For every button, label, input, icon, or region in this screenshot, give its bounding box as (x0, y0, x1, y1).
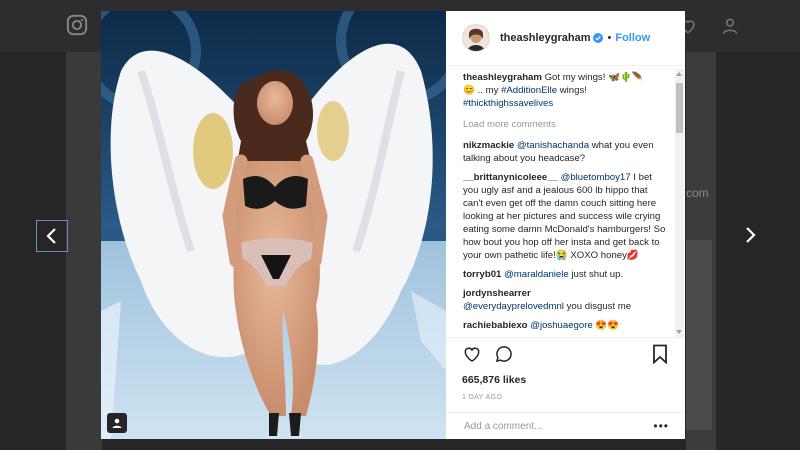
comment-text: 😍😍 (592, 320, 620, 331)
post-timestamp: 1 DAY AGO (462, 394, 503, 401)
comment-input[interactable] (462, 420, 636, 433)
scroll-down-arrow[interactable] (676, 330, 682, 334)
scroll-up-arrow[interactable] (676, 72, 682, 76)
comment-bubble-icon[interactable] (494, 344, 514, 364)
hashtag-link[interactable]: #AdditionElle (501, 85, 557, 96)
comment-text: you disgust me (563, 301, 632, 312)
comment-item: torryb01 @maraldaniele just shut up. (463, 268, 666, 281)
comment-item: rachiebabiexo @joshuaegore 😍😍 (463, 319, 666, 332)
caption-text: 😊 .. my (463, 85, 502, 96)
comment-item: __brittanynicoleee__ @bluetomboy17 I bet… (463, 171, 666, 262)
caption-text: Got my wings! 🦋🌵🪶 (541, 72, 644, 83)
chevron-left-icon (46, 228, 56, 244)
post-actions: 665,876 likes 1 DAY AGO ••• (446, 337, 685, 439)
caption: theashleygraham Got my wings! 🦋🌵🪶 😊 .. m… (463, 71, 666, 110)
comment-text: I bet you ugly asf and a jealous 600 lb … (463, 172, 666, 261)
comment-text: just shut up. (568, 269, 624, 280)
profile-icon (722, 18, 738, 34)
post-photo[interactable] (101, 11, 446, 439)
likes-count[interactable]: 665,876 likes (462, 374, 526, 386)
comment-username[interactable]: torryb01 (463, 269, 501, 280)
scrollbar-thumb[interactable] (676, 83, 683, 133)
comment-item: jordynshearrer @everydayprelovedmnl you d… (463, 287, 666, 313)
post-sidebar: theashleygraham • Follow theashleygraham… (446, 11, 685, 439)
separator-dot: • (607, 32, 612, 44)
add-comment-bar: ••• (446, 412, 685, 440)
action-buttons (462, 344, 514, 364)
user-tag-button[interactable] (107, 413, 127, 433)
more-options-button[interactable]: ••• (653, 420, 669, 432)
post-username[interactable]: theashleygraham (500, 32, 590, 44)
mention-link[interactable]: @bluetomboy17 (561, 172, 631, 183)
mention-link[interactable]: @joshuaegore (530, 320, 593, 331)
previous-post-button[interactable] (36, 220, 68, 252)
verified-badge-icon (593, 33, 604, 43)
comments-scrollbar[interactable] (675, 69, 684, 337)
avatar[interactable] (462, 24, 490, 52)
mention-link[interactable]: @everydayprelovedmnl (463, 301, 564, 312)
post-header: theashleygraham • Follow (446, 11, 685, 66)
comment-username[interactable]: nikzmackie (463, 140, 514, 151)
like-heart-icon[interactable] (462, 344, 482, 364)
runway-photo-illustration (101, 11, 446, 439)
caption-username[interactable]: theashleygraham (463, 72, 542, 83)
comment-username[interactable]: rachiebabiexo (463, 320, 528, 331)
background-text-fragment: com (686, 186, 709, 200)
comment-item: nikzmackie @tanishachanda what you even … (463, 139, 666, 165)
hashtag-link[interactable]: #thickthighssavelives (463, 98, 553, 109)
comments-list[interactable]: theashleygraham Got my wings! 🦋🌵🪶 😊 .. m… (446, 69, 674, 337)
mention-link[interactable]: @maraldaniele (504, 269, 569, 280)
comment-username[interactable]: __brittanynicoleee__ (463, 172, 558, 183)
load-more-comments-button[interactable]: Load more comments (463, 118, 666, 131)
next-post-button[interactable] (736, 220, 764, 250)
post-modal: theashleygraham • Follow theashleygraham… (101, 11, 685, 439)
instagram-camera-icon (66, 14, 88, 36)
user-tag-icon (112, 418, 122, 428)
bookmark-icon[interactable] (651, 344, 669, 364)
background-thumbnail (686, 240, 712, 430)
caption-text: wings! (557, 85, 587, 96)
chevron-right-icon (746, 227, 756, 243)
follow-button[interactable]: Follow (615, 32, 650, 44)
mention-link[interactable]: @tanishachanda (517, 140, 589, 151)
comment-username[interactable]: jordynshearrer (463, 288, 531, 299)
background-feed-left (66, 52, 102, 450)
